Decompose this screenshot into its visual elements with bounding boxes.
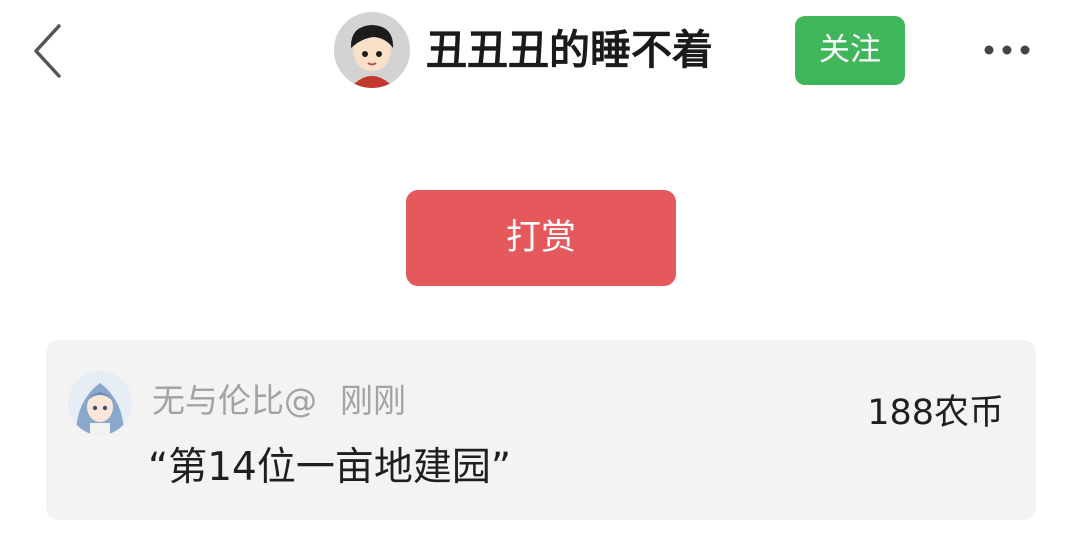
tip-time: 刚刚 [340,381,406,420]
more-dots-icon[interactable] [980,40,1040,60]
tip-record-card: 无与伦比@ 刚刚 188农币 “第14位一亩地建园” [46,340,1036,520]
author-name[interactable]: 丑丑丑的睡不着 [426,22,713,78]
back-chevron-icon[interactable] [28,22,68,80]
commenter-avatar[interactable] [68,371,132,435]
tip-amount: 188农币 [867,393,1004,433]
commenter-name[interactable]: 无与伦比@ [152,374,317,422]
follow-button[interactable]: 关注 [795,16,905,85]
tip-button[interactable]: 打赏 [406,190,676,286]
tip-message: “第14位一亩地建园” [148,445,512,490]
author-avatar[interactable] [334,12,410,88]
